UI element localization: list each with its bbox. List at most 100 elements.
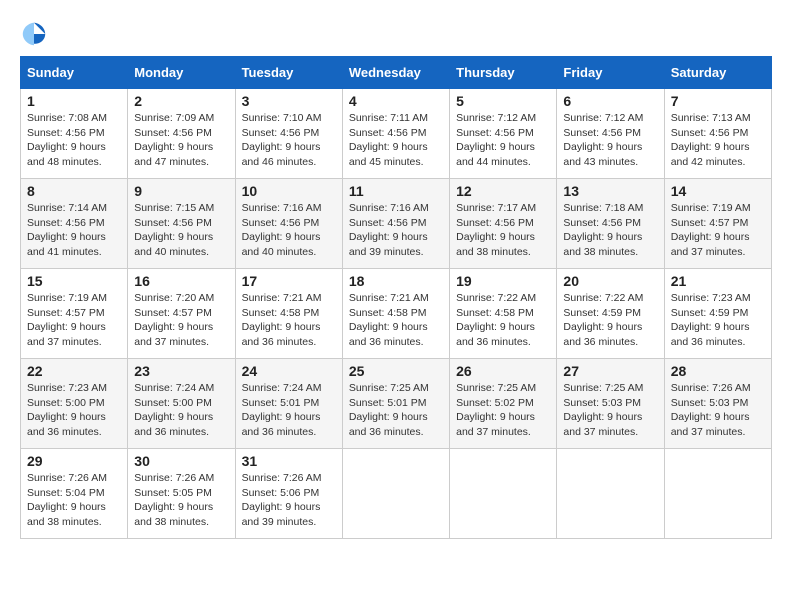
day-number: 10 <box>242 183 336 199</box>
day-info: Sunrise: 7:23 AMSunset: 4:59 PMDaylight:… <box>671 292 751 348</box>
day-info: Sunrise: 7:21 AMSunset: 4:58 PMDaylight:… <box>242 292 322 348</box>
header <box>20 20 772 48</box>
day-number: 31 <box>242 453 336 469</box>
day-info: Sunrise: 7:26 AMSunset: 5:04 PMDaylight:… <box>27 472 107 528</box>
day-number: 2 <box>134 93 228 109</box>
day-number: 8 <box>27 183 121 199</box>
day-number: 17 <box>242 273 336 289</box>
calendar-cell: 1 Sunrise: 7:08 AMSunset: 4:56 PMDayligh… <box>21 89 128 179</box>
day-header-sunday: Sunday <box>21 57 128 89</box>
calendar-cell: 21 Sunrise: 7:23 AMSunset: 4:59 PMDaylig… <box>664 269 771 359</box>
calendar-cell: 31 Sunrise: 7:26 AMSunset: 5:06 PMDaylig… <box>235 449 342 539</box>
calendar-cell <box>342 449 449 539</box>
day-info: Sunrise: 7:20 AMSunset: 4:57 PMDaylight:… <box>134 292 214 348</box>
calendar-cell: 19 Sunrise: 7:22 AMSunset: 4:58 PMDaylig… <box>450 269 557 359</box>
calendar-cell: 29 Sunrise: 7:26 AMSunset: 5:04 PMDaylig… <box>21 449 128 539</box>
calendar-cell: 6 Sunrise: 7:12 AMSunset: 4:56 PMDayligh… <box>557 89 664 179</box>
day-header-wednesday: Wednesday <box>342 57 449 89</box>
day-number: 7 <box>671 93 765 109</box>
calendar-cell: 7 Sunrise: 7:13 AMSunset: 4:56 PMDayligh… <box>664 89 771 179</box>
calendar-cell: 17 Sunrise: 7:21 AMSunset: 4:58 PMDaylig… <box>235 269 342 359</box>
calendar-cell: 24 Sunrise: 7:24 AMSunset: 5:01 PMDaylig… <box>235 359 342 449</box>
calendar-cell: 20 Sunrise: 7:22 AMSunset: 4:59 PMDaylig… <box>557 269 664 359</box>
calendar-cell: 4 Sunrise: 7:11 AMSunset: 4:56 PMDayligh… <box>342 89 449 179</box>
day-info: Sunrise: 7:22 AMSunset: 4:59 PMDaylight:… <box>563 292 643 348</box>
day-info: Sunrise: 7:14 AMSunset: 4:56 PMDaylight:… <box>27 202 107 258</box>
day-number: 5 <box>456 93 550 109</box>
calendar-cell: 2 Sunrise: 7:09 AMSunset: 4:56 PMDayligh… <box>128 89 235 179</box>
header-row: SundayMondayTuesdayWednesdayThursdayFrid… <box>21 57 772 89</box>
calendar-cell: 8 Sunrise: 7:14 AMSunset: 4:56 PMDayligh… <box>21 179 128 269</box>
week-row-2: 8 Sunrise: 7:14 AMSunset: 4:56 PMDayligh… <box>21 179 772 269</box>
day-info: Sunrise: 7:19 AMSunset: 4:57 PMDaylight:… <box>671 202 751 258</box>
calendar-cell: 12 Sunrise: 7:17 AMSunset: 4:56 PMDaylig… <box>450 179 557 269</box>
day-info: Sunrise: 7:24 AMSunset: 5:01 PMDaylight:… <box>242 382 322 438</box>
day-number: 28 <box>671 363 765 379</box>
calendar-cell: 15 Sunrise: 7:19 AMSunset: 4:57 PMDaylig… <box>21 269 128 359</box>
day-number: 12 <box>456 183 550 199</box>
day-number: 6 <box>563 93 657 109</box>
calendar-cell: 10 Sunrise: 7:16 AMSunset: 4:56 PMDaylig… <box>235 179 342 269</box>
calendar-cell: 30 Sunrise: 7:26 AMSunset: 5:05 PMDaylig… <box>128 449 235 539</box>
day-number: 13 <box>563 183 657 199</box>
day-info: Sunrise: 7:25 AMSunset: 5:02 PMDaylight:… <box>456 382 536 438</box>
day-info: Sunrise: 7:19 AMSunset: 4:57 PMDaylight:… <box>27 292 107 348</box>
calendar-cell <box>557 449 664 539</box>
calendar-cell: 22 Sunrise: 7:23 AMSunset: 5:00 PMDaylig… <box>21 359 128 449</box>
day-info: Sunrise: 7:21 AMSunset: 4:58 PMDaylight:… <box>349 292 429 348</box>
day-info: Sunrise: 7:26 AMSunset: 5:03 PMDaylight:… <box>671 382 751 438</box>
calendar-cell <box>450 449 557 539</box>
day-number: 15 <box>27 273 121 289</box>
day-number: 26 <box>456 363 550 379</box>
day-info: Sunrise: 7:13 AMSunset: 4:56 PMDaylight:… <box>671 112 751 168</box>
calendar-cell: 28 Sunrise: 7:26 AMSunset: 5:03 PMDaylig… <box>664 359 771 449</box>
day-info: Sunrise: 7:26 AMSunset: 5:06 PMDaylight:… <box>242 472 322 528</box>
day-number: 9 <box>134 183 228 199</box>
week-row-3: 15 Sunrise: 7:19 AMSunset: 4:57 PMDaylig… <box>21 269 772 359</box>
day-header-monday: Monday <box>128 57 235 89</box>
day-info: Sunrise: 7:24 AMSunset: 5:00 PMDaylight:… <box>134 382 214 438</box>
day-number: 23 <box>134 363 228 379</box>
week-row-4: 22 Sunrise: 7:23 AMSunset: 5:00 PMDaylig… <box>21 359 772 449</box>
day-number: 29 <box>27 453 121 469</box>
day-info: Sunrise: 7:18 AMSunset: 4:56 PMDaylight:… <box>563 202 643 258</box>
calendar-cell <box>664 449 771 539</box>
calendar-cell: 26 Sunrise: 7:25 AMSunset: 5:02 PMDaylig… <box>450 359 557 449</box>
day-info: Sunrise: 7:08 AMSunset: 4:56 PMDaylight:… <box>27 112 107 168</box>
day-info: Sunrise: 7:26 AMSunset: 5:05 PMDaylight:… <box>134 472 214 528</box>
calendar-cell: 27 Sunrise: 7:25 AMSunset: 5:03 PMDaylig… <box>557 359 664 449</box>
day-info: Sunrise: 7:25 AMSunset: 5:01 PMDaylight:… <box>349 382 429 438</box>
day-info: Sunrise: 7:15 AMSunset: 4:56 PMDaylight:… <box>134 202 214 258</box>
day-info: Sunrise: 7:25 AMSunset: 5:03 PMDaylight:… <box>563 382 643 438</box>
day-number: 3 <box>242 93 336 109</box>
day-info: Sunrise: 7:11 AMSunset: 4:56 PMDaylight:… <box>349 112 428 168</box>
day-info: Sunrise: 7:10 AMSunset: 4:56 PMDaylight:… <box>242 112 322 168</box>
week-row-1: 1 Sunrise: 7:08 AMSunset: 4:56 PMDayligh… <box>21 89 772 179</box>
day-info: Sunrise: 7:16 AMSunset: 4:56 PMDaylight:… <box>242 202 322 258</box>
calendar-cell: 14 Sunrise: 7:19 AMSunset: 4:57 PMDaylig… <box>664 179 771 269</box>
calendar-cell: 9 Sunrise: 7:15 AMSunset: 4:56 PMDayligh… <box>128 179 235 269</box>
calendar-cell: 5 Sunrise: 7:12 AMSunset: 4:56 PMDayligh… <box>450 89 557 179</box>
day-info: Sunrise: 7:09 AMSunset: 4:56 PMDaylight:… <box>134 112 214 168</box>
day-info: Sunrise: 7:12 AMSunset: 4:56 PMDaylight:… <box>563 112 643 168</box>
day-number: 22 <box>27 363 121 379</box>
day-number: 11 <box>349 183 443 199</box>
day-number: 30 <box>134 453 228 469</box>
day-number: 16 <box>134 273 228 289</box>
day-header-tuesday: Tuesday <box>235 57 342 89</box>
day-header-saturday: Saturday <box>664 57 771 89</box>
day-info: Sunrise: 7:22 AMSunset: 4:58 PMDaylight:… <box>456 292 536 348</box>
day-info: Sunrise: 7:12 AMSunset: 4:56 PMDaylight:… <box>456 112 536 168</box>
day-number: 4 <box>349 93 443 109</box>
day-number: 14 <box>671 183 765 199</box>
day-number: 1 <box>27 93 121 109</box>
calendar-cell: 23 Sunrise: 7:24 AMSunset: 5:00 PMDaylig… <box>128 359 235 449</box>
day-number: 21 <box>671 273 765 289</box>
day-info: Sunrise: 7:16 AMSunset: 4:56 PMDaylight:… <box>349 202 429 258</box>
day-number: 20 <box>563 273 657 289</box>
day-info: Sunrise: 7:23 AMSunset: 5:00 PMDaylight:… <box>27 382 107 438</box>
day-number: 25 <box>349 363 443 379</box>
day-number: 24 <box>242 363 336 379</box>
logo <box>20 20 52 48</box>
calendar-cell: 16 Sunrise: 7:20 AMSunset: 4:57 PMDaylig… <box>128 269 235 359</box>
